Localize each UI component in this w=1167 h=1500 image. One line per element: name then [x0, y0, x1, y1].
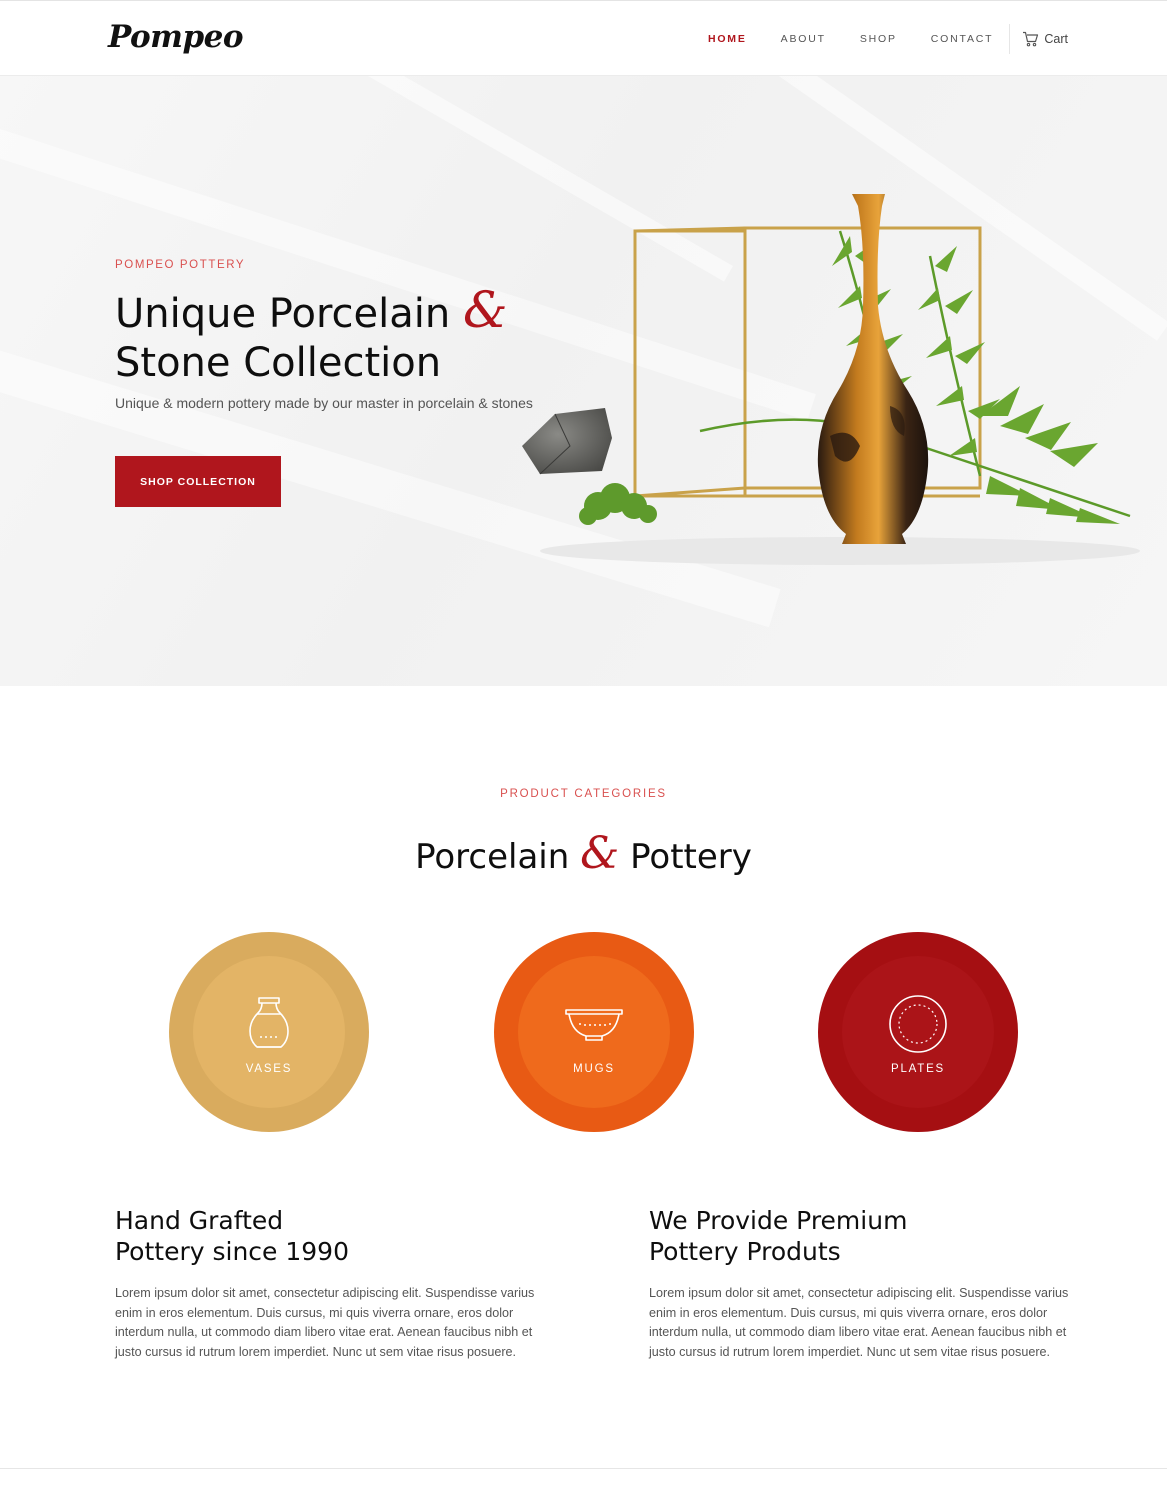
categories-title: Porcelain & Pottery [0, 828, 1167, 879]
shop-collection-button[interactable]: SHOP COLLECTION [115, 456, 281, 507]
category-label: PLATES [890, 1063, 946, 1075]
hero-title-line2: Stone Collection [115, 340, 442, 386]
block-title: We Provide Premium Pottery Produts [649, 1205, 1069, 1267]
block-title-line1: We Provide Premium [649, 1206, 908, 1235]
block-title-line1: Hand Grafted [115, 1206, 284, 1235]
cart-label: Cart [1044, 32, 1068, 46]
category-label: VASES [245, 1063, 293, 1075]
hero-product-image [522, 194, 1140, 565]
categories-eyebrow: PRODUCT CATEGORIES [500, 788, 667, 800]
nav-home[interactable]: HOME [708, 33, 747, 45]
plate-icon [889, 995, 947, 1053]
nav-divider [1009, 24, 1011, 54]
categories-title-left: Porcelain [415, 837, 570, 877]
hero-title-line1: Unique Porcelain [115, 291, 451, 337]
about-block-premium: We Provide Premium Pottery Produts Lorem… [649, 1205, 1069, 1362]
category-mugs[interactable]: MUGS [494, 932, 694, 1132]
hero-section: POMPEO POTTERY Unique Porcelain & Stone … [0, 76, 1167, 686]
hero-title-ampersand: & [462, 281, 508, 339]
cart-link[interactable]: Cart [1022, 31, 1068, 47]
cart-icon [1023, 31, 1039, 47]
footer-divider [0, 1468, 1167, 1469]
main-nav: HOME ABOUT SHOP CONTACT Cart [708, 1, 1167, 77]
categories-title-right: Pottery [630, 837, 752, 877]
categories-title-ampersand: & [580, 828, 620, 879]
category-plates[interactable]: PLATES [818, 932, 1018, 1132]
site-logo[interactable]: Pompeo [108, 19, 244, 55]
nav-about[interactable]: ABOUT [781, 33, 826, 45]
nav-shop[interactable]: SHOP [860, 33, 897, 45]
about-block-handcrafted: Hand Grafted Pottery since 1990 Lorem ip… [115, 1205, 535, 1362]
vase-icon [249, 997, 289, 1048]
block-title-line2: Pottery since 1990 [115, 1237, 349, 1266]
hero-eyebrow: POMPEO POTTERY [115, 259, 246, 271]
block-title-line2: Pottery Produts [649, 1237, 841, 1266]
site-header: Pompeo HOME ABOUT SHOP CONTACT Cart [0, 0, 1167, 76]
category-label: MUGS [573, 1063, 615, 1075]
category-vases[interactable]: VASES [169, 932, 369, 1132]
bowl-icon [565, 1009, 623, 1041]
block-body: Lorem ipsum dolor sit amet, consectetur … [115, 1286, 535, 1359]
block-title: Hand Grafted Pottery since 1990 [115, 1205, 535, 1267]
block-body: Lorem ipsum dolor sit amet, consectetur … [649, 1286, 1069, 1359]
nav-contact[interactable]: CONTACT [931, 33, 994, 45]
hero-title: Unique Porcelain & Stone Collection [115, 285, 575, 388]
hero-subtitle: Unique & modern pottery made by our mast… [115, 395, 533, 411]
